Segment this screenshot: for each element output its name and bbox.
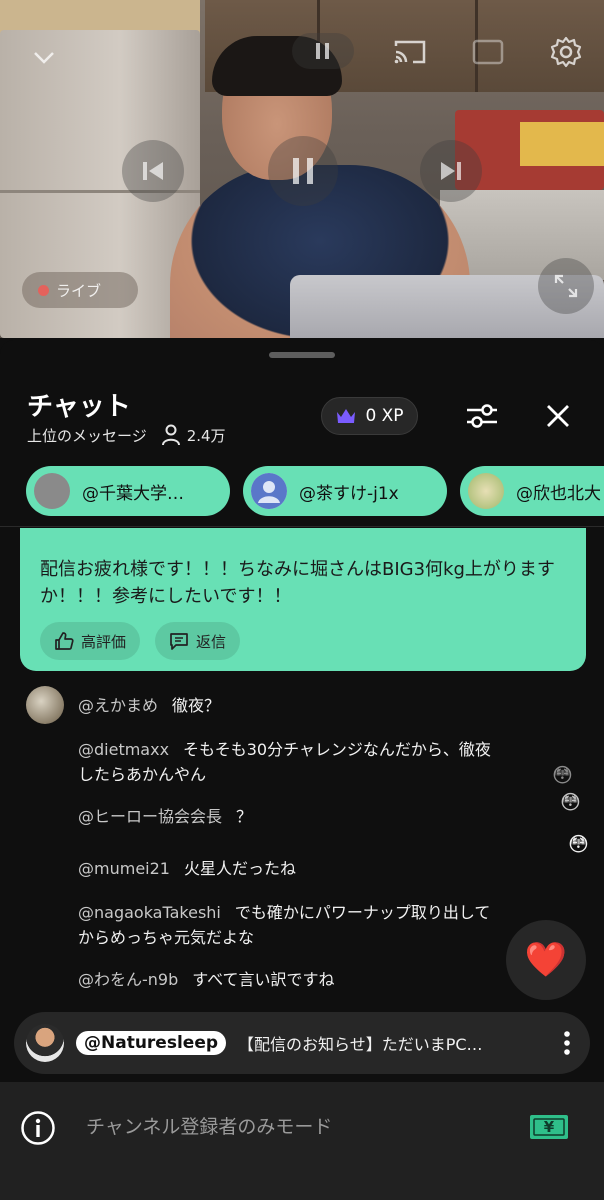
live-label: ライブ [56, 281, 102, 300]
chat-title: チャット [27, 392, 131, 422]
flushed-face-emoji: 😳 [552, 763, 573, 787]
drag-handle[interactable] [269, 352, 335, 358]
chat-message[interactable]: @nagaokaTakeshi でも確かにパワーナップ取り出してからめっちゃ元気だ… [78, 900, 498, 950]
live-dot-icon [38, 284, 49, 296]
comment-icon [170, 633, 188, 650]
flushed-face-emoji: 😳 [560, 790, 581, 814]
svg-text:¥: ¥ [544, 1118, 555, 1136]
captions-icon[interactable] [468, 34, 508, 70]
chat-message[interactable]: @mumei21 火星人だったね [78, 856, 498, 881]
person-icon [161, 424, 180, 446]
flushed-face-emoji: 😳 [568, 832, 589, 856]
close-icon[interactable] [538, 396, 578, 436]
like-label: 高評価 [81, 632, 127, 651]
live-badge[interactable]: ライブ [22, 272, 138, 308]
xp-label: 0 XP [365, 406, 404, 426]
info-icon[interactable] [20, 1110, 56, 1150]
avatar [251, 473, 287, 509]
settings-gear-icon[interactable] [546, 32, 586, 72]
chat-input-bar: チャンネル登録者のみモード ¥ [0, 1082, 604, 1200]
ticker-text: 【配信のお知らせ】ただいまPC… [238, 1035, 483, 1054]
pinned-user-label: @欣也北大 [516, 483, 601, 504]
avatar [34, 473, 70, 509]
fullscreen-icon[interactable] [538, 258, 594, 314]
viewer-count-value: 2.4万 [186, 426, 226, 445]
message-author[interactable]: @nagaokaTakeshi [78, 903, 221, 922]
pinned-user-chip[interactable]: @欣也北大 [460, 466, 604, 516]
collapse-chevron-icon[interactable] [28, 42, 60, 74]
thumbs-up-icon [55, 632, 74, 650]
pause-toggle-top[interactable] [292, 33, 354, 69]
chat-message[interactable]: @dietmaxx そもそも30分チャレンジなんだから、徹夜したらあかんやん [78, 737, 498, 787]
chat-message[interactable]: @わをん-n9b すべて言い訳ですね [78, 967, 498, 992]
crown-icon [337, 409, 356, 423]
message-author[interactable]: @dietmaxx [78, 740, 169, 759]
previous-icon[interactable] [122, 140, 184, 202]
chat-settings-sliders-icon[interactable] [460, 396, 504, 436]
chat-panel: チャット 上位のメッセージ 2.4万 0 XP @千葉大学… @茶すけ-j1x … [0, 340, 604, 1200]
more-vertical-icon[interactable] [562, 1030, 572, 1060]
message-text: 徹夜？ [172, 696, 221, 715]
ticker-banner[interactable]: @Naturesleep 【配信のお知らせ】ただいまPC… [14, 1012, 590, 1074]
chat-filter-label[interactable]: 上位のメッセージ [27, 425, 147, 446]
video-player[interactable]: ライブ [0, 0, 604, 338]
cast-icon[interactable] [390, 34, 430, 70]
viewer-count: 2.4万 [161, 424, 226, 446]
chat-message[interactable]: @えかまめ 徹夜？ [78, 693, 498, 718]
message-text: ？ [236, 807, 253, 826]
ticker-handle: @Naturesleep [76, 1031, 227, 1055]
reply-button[interactable]: 返信 [155, 622, 241, 660]
like-button[interactable]: 高評価 [40, 622, 141, 660]
xp-button[interactable]: 0 XP [321, 397, 418, 435]
highlighted-message[interactable]: 配信お疲れ様です！！！ちなみに堀さんはBIG3何kg上がりますか！！！参考にした… [20, 528, 586, 671]
message-text: すべて言い訳ですね [192, 970, 335, 989]
chat-subheader: 上位のメッセージ 2.4万 [27, 424, 226, 446]
heart-icon: ❤️ [524, 940, 568, 980]
pause-icon[interactable] [268, 136, 338, 206]
reaction-heart-button[interactable]: ❤️ [506, 920, 586, 1000]
divider [0, 526, 604, 527]
default-avatar-icon [251, 473, 287, 509]
next-icon[interactable] [420, 140, 482, 202]
avatar[interactable] [26, 686, 64, 724]
avatar [26, 1024, 64, 1062]
photo-on-appliance [520, 122, 604, 166]
message-author[interactable]: @ヒーロー協会会長 [78, 807, 222, 826]
pinned-user-chip[interactable]: @千葉大学… [26, 466, 230, 516]
message-author[interactable]: @mumei21 [78, 859, 170, 878]
chat-message[interactable]: @ヒーロー協会会長 ？ [78, 804, 498, 829]
pinned-user-chip[interactable]: @茶すけ-j1x [243, 466, 447, 516]
reply-label: 返信 [196, 632, 227, 651]
message-text: 火星人だったね [183, 859, 296, 878]
message-author[interactable]: @えかまめ [78, 696, 158, 715]
highlighted-message-text: 配信お疲れ様です！！！ちなみに堀さんはBIG3何kg上がりますか！！！参考にした… [40, 559, 555, 607]
pinned-users-row: @千葉大学… @茶すけ-j1x @欣也北大 [0, 466, 604, 518]
pinned-user-label: @茶すけ-j1x [299, 483, 399, 504]
pinned-user-label: @千葉大学… [82, 483, 184, 504]
avatar [468, 473, 504, 509]
members-only-mode-text: チャンネル登録者のみモード [86, 1116, 333, 1138]
message-author[interactable]: @わをん-n9b [78, 970, 178, 989]
super-chat-money-icon[interactable]: ¥ [528, 1110, 570, 1148]
